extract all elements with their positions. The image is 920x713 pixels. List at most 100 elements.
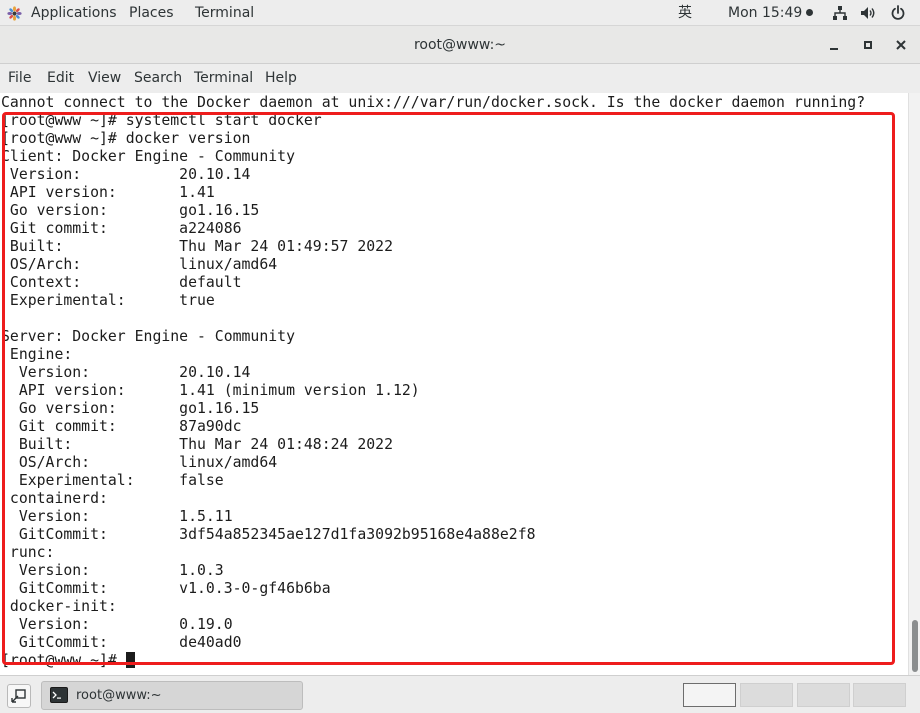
menu-edit[interactable]: Edit [47, 64, 74, 93]
terminal-line-text: Experimental: false [1, 472, 224, 489]
volume-icon[interactable] [860, 5, 876, 21]
menu-help[interactable]: Help [265, 64, 297, 93]
terminal-line-text: Built: Thu Mar 24 01:48:24 2022 [1, 436, 393, 453]
clock[interactable]: Mon 15:49 [728, 0, 814, 26]
terminal-line-text: Experimental: true [1, 292, 215, 309]
terminal-line-text: runc: [1, 544, 55, 561]
applications-icon[interactable] [7, 6, 22, 21]
taskbar-item-terminal[interactable]: root@www:~ [41, 681, 303, 710]
terminal-line: [root@www ~]# [1, 652, 865, 670]
maximize-icon[interactable] [860, 37, 876, 53]
terminal-line: Git commit: 87a90dc [1, 418, 865, 436]
terminal-scrollbar[interactable] [908, 93, 920, 675]
terminal-line-text: Client: Docker Engine - Community [1, 148, 295, 165]
terminal-line-text: Git commit: 87a90dc [1, 418, 242, 435]
workspace-1[interactable] [683, 683, 736, 707]
terminal-line-text: [root@www ~]# systemctl start docker [1, 112, 322, 129]
terminal-line: Experimental: true [1, 292, 865, 310]
terminal-line-text: Version: 1.5.11 [1, 508, 233, 525]
terminal-line-text: [root@www ~]# docker version [1, 130, 251, 147]
terminal-line: Version: 20.10.14 [1, 166, 865, 184]
terminal-line: containerd: [1, 490, 865, 508]
terminal-line: Experimental: false [1, 472, 865, 490]
terminal-line: Go version: go1.16.15 [1, 202, 865, 220]
terminal-line-text: GitCommit: 3df54a852345ae127d1fa3092b951… [1, 526, 536, 543]
input-method-indicator[interactable]: 英 [678, 0, 692, 26]
show-desktop-icon [11, 689, 26, 703]
terminal-line-text: Go version: go1.16.15 [1, 202, 260, 219]
terminal-line-text: Git commit: a224086 [1, 220, 242, 237]
terminal-line: API version: 1.41 [1, 184, 865, 202]
terminal-line: docker-init: [1, 598, 865, 616]
terminal-line: Git commit: a224086 [1, 220, 865, 238]
terminal-line: [root@www ~]# systemctl start docker [1, 112, 865, 130]
terminal-area[interactable]: Cannot connect to the Docker daemon at u… [0, 93, 908, 675]
terminal-line-text: containerd: [1, 490, 108, 507]
show-desktop-button[interactable] [7, 684, 31, 708]
terminal-line: Built: Thu Mar 24 01:48:24 2022 [1, 436, 865, 454]
top-panel: Applications Places Terminal 英 Mon 15:49 [0, 0, 920, 26]
menu-search[interactable]: Search [134, 64, 182, 93]
menubar: File Edit View Search Terminal Help [0, 64, 920, 93]
terminal-line-text: Built: Thu Mar 24 01:49:57 2022 [1, 238, 393, 255]
clock-text: Mon 15:49 [728, 5, 803, 21]
workspace-2[interactable] [740, 683, 793, 707]
terminal-line-text: Cannot connect to the Docker daemon at u… [1, 94, 866, 111]
terminal-line-text: API version: 1.41 [1, 184, 215, 201]
terminal-line: GitCommit: v1.0.3-0-gf46b6ba [1, 580, 865, 598]
terminal-line: Cannot connect to the Docker daemon at u… [1, 94, 865, 112]
terminal-line: Client: Docker Engine - Community [1, 148, 865, 166]
terminal-line: Version: 0.19.0 [1, 616, 865, 634]
terminal-output: Cannot connect to the Docker daemon at u… [1, 94, 865, 670]
terminal-line-text: docker-init: [1, 598, 117, 615]
terminal-line: OS/Arch: linux/amd64 [1, 454, 865, 472]
notification-dot-icon [806, 9, 814, 16]
terminal-line: Server: Docker Engine - Community [1, 328, 865, 346]
network-icon[interactable] [832, 5, 848, 21]
terminal-line: GitCommit: de40ad0 [1, 634, 865, 652]
terminal-line-text: OS/Arch: linux/amd64 [1, 454, 278, 471]
menu-terminal[interactable]: Terminal [194, 64, 253, 93]
menu-file[interactable]: File [8, 64, 31, 93]
terminal-line-text: Version: 1.0.3 [1, 562, 224, 579]
applications-menu[interactable]: Applications [31, 0, 117, 26]
terminal-line: Version: 1.5.11 [1, 508, 865, 526]
terminal-line-text: OS/Arch: linux/amd64 [1, 256, 278, 273]
terminal-line: Version: 1.0.3 [1, 562, 865, 580]
terminal-line-text: Version: 20.10.14 [1, 166, 251, 183]
workspace-4[interactable] [853, 683, 906, 707]
menu-view[interactable]: View [88, 64, 121, 93]
scrollbar-thumb[interactable] [912, 620, 918, 672]
power-icon[interactable] [890, 5, 906, 21]
workspace-3[interactable] [797, 683, 850, 707]
terminal-line-text: API version: 1.41 (minimum version 1.12) [1, 382, 420, 399]
terminal-line: API version: 1.41 (minimum version 1.12) [1, 382, 865, 400]
terminal-line: Built: Thu Mar 24 01:49:57 2022 [1, 238, 865, 256]
places-menu[interactable]: Places [129, 0, 174, 26]
terminal-app-menu[interactable]: Terminal [195, 0, 254, 26]
terminal-line: Version: 20.10.14 [1, 364, 865, 382]
taskbar-item-label: root@www:~ [76, 688, 162, 703]
terminal-line-text: GitCommit: v1.0.3-0-gf46b6ba [1, 580, 331, 597]
terminal-line-text: Go version: go1.16.15 [1, 400, 260, 417]
terminal-line: OS/Arch: linux/amd64 [1, 256, 865, 274]
terminal-line: Go version: go1.16.15 [1, 400, 865, 418]
terminal-line: [root@www ~]# docker version [1, 130, 865, 148]
terminal-line: Engine: [1, 346, 865, 364]
terminal-line-text: Version: 0.19.0 [1, 616, 233, 633]
terminal-line-text: Server: Docker Engine - Community [1, 328, 295, 345]
bottom-taskbar: root@www:~ [0, 675, 920, 713]
close-icon[interactable] [893, 37, 909, 53]
minimize-icon[interactable] [826, 37, 842, 53]
window-title: root@www:~ [413, 37, 507, 53]
terminal-line-text: GitCommit: de40ad0 [1, 634, 242, 651]
terminal-line-text: Engine: [1, 346, 73, 363]
terminal-line-text: Context: default [1, 274, 242, 291]
window-titlebar[interactable]: root@www:~ [0, 26, 920, 64]
terminal-line: GitCommit: 3df54a852345ae127d1fa3092b951… [1, 526, 865, 544]
terminal-line: runc: [1, 544, 865, 562]
terminal-cursor [125, 652, 135, 668]
terminal-line: Context: default [1, 274, 865, 292]
terminal-line-text: Version: 20.10.14 [1, 364, 251, 381]
